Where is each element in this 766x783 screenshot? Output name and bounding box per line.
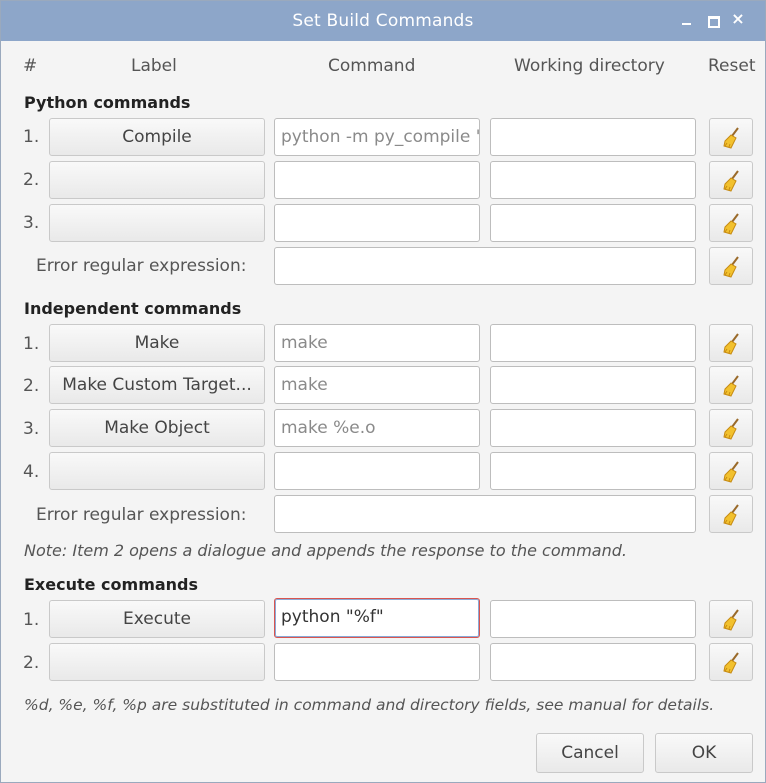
broom-icon <box>723 256 739 278</box>
python-error-regex-field[interactable] <box>274 247 696 285</box>
broom-icon <box>723 333 739 355</box>
row-number: 2. <box>23 170 40 190</box>
independent-command-field-1[interactable]: make <box>274 324 480 362</box>
broom-icon <box>723 652 739 674</box>
independent-directory-field-2[interactable] <box>490 366 696 404</box>
execute-label-button-2[interactable] <box>49 643 265 681</box>
python-label-button-1[interactable]: Compile <box>49 118 265 156</box>
section-independent-commands: Independent commands <box>24 299 242 318</box>
reset-button[interactable] <box>709 600 753 638</box>
broom-icon <box>723 170 739 192</box>
execute-directory-field-1[interactable] <box>490 600 696 638</box>
broom-icon <box>723 375 739 397</box>
python-command-field-3[interactable] <box>274 204 480 242</box>
broom-icon <box>723 213 739 235</box>
window-title: Set Build Commands <box>292 11 474 31</box>
python-label-button-3[interactable] <box>49 204 265 242</box>
row-number: 3. <box>23 419 40 439</box>
broom-icon <box>723 418 739 440</box>
execute-label-button-1[interactable]: Execute <box>49 600 265 638</box>
independent-error-regex-field[interactable] <box>274 495 696 533</box>
independent-directory-field-3[interactable] <box>490 409 696 447</box>
python-error-regex-label: Error regular expression: <box>36 256 247 276</box>
independent-error-regex-label: Error regular expression: <box>36 505 247 525</box>
independent-label-button-4[interactable] <box>49 452 265 490</box>
titlebar[interactable]: Set Build Commands × <box>1 1 765 41</box>
row-number: 2. <box>23 376 40 396</box>
execute-command-field-2[interactable] <box>274 643 480 681</box>
substitution-note: %d, %e, %f, %p are substituted in comman… <box>24 696 715 714</box>
row-number: 1. <box>23 334 40 354</box>
python-directory-field-2[interactable] <box>490 161 696 199</box>
section-execute-commands: Execute commands <box>24 575 199 594</box>
reset-button[interactable] <box>709 366 753 404</box>
python-command-field-1[interactable]: python -m py_compile "%f" <box>274 118 480 156</box>
header-label: Label <box>131 56 177 76</box>
independent-command-field-4[interactable] <box>274 452 480 490</box>
independent-directory-field-4[interactable] <box>490 452 696 490</box>
row-number: 2. <box>23 653 40 673</box>
header-command: Command <box>328 56 416 76</box>
reset-button[interactable] <box>709 204 753 242</box>
independent-label-button-3[interactable]: Make Object <box>49 409 265 447</box>
independent-directory-field-1[interactable] <box>490 324 696 362</box>
minimize-icon[interactable] <box>678 10 696 28</box>
python-directory-field-1[interactable] <box>490 118 696 156</box>
close-icon[interactable]: × <box>729 10 747 28</box>
header-num: # <box>23 56 38 76</box>
row-number: 3. <box>23 213 40 233</box>
broom-icon <box>723 461 739 483</box>
python-label-button-2[interactable] <box>49 161 265 199</box>
independent-label-button-1[interactable]: Make <box>49 324 265 362</box>
independent-command-field-3[interactable]: make %e.o <box>274 409 480 447</box>
execute-command-field-1[interactable]: python "%f" <box>274 598 480 638</box>
reset-button[interactable] <box>709 118 753 156</box>
independent-command-field-2[interactable]: make <box>274 366 480 404</box>
python-command-field-2[interactable] <box>274 161 480 199</box>
row-number: 1. <box>23 610 40 630</box>
reset-button[interactable] <box>709 495 753 533</box>
reset-button[interactable] <box>709 324 753 362</box>
header-working-directory: Working directory <box>514 56 665 76</box>
header-reset: Reset <box>708 56 756 76</box>
ok-button[interactable]: OK <box>655 733 753 773</box>
independent-label-button-2[interactable]: Make Custom Target... <box>49 366 265 404</box>
reset-button[interactable] <box>709 643 753 681</box>
maximize-icon[interactable] <box>704 10 722 28</box>
broom-icon <box>723 609 739 631</box>
reset-button[interactable] <box>709 247 753 285</box>
reset-button[interactable] <box>709 161 753 199</box>
broom-icon <box>723 504 739 526</box>
broom-icon <box>723 127 739 149</box>
independent-note: Note: Item 2 opens a dialogue and append… <box>24 541 627 560</box>
reset-button[interactable] <box>709 452 753 490</box>
section-python-commands: Python commands <box>24 93 191 112</box>
reset-button[interactable] <box>709 409 753 447</box>
python-directory-field-3[interactable] <box>490 204 696 242</box>
row-number: 4. <box>23 462 40 482</box>
set-build-commands-dialog: Set Build Commands × # Label Command Wor… <box>0 0 766 783</box>
row-number: 1. <box>23 127 40 147</box>
execute-directory-field-2[interactable] <box>490 643 696 681</box>
cancel-button[interactable]: Cancel <box>536 733 644 773</box>
